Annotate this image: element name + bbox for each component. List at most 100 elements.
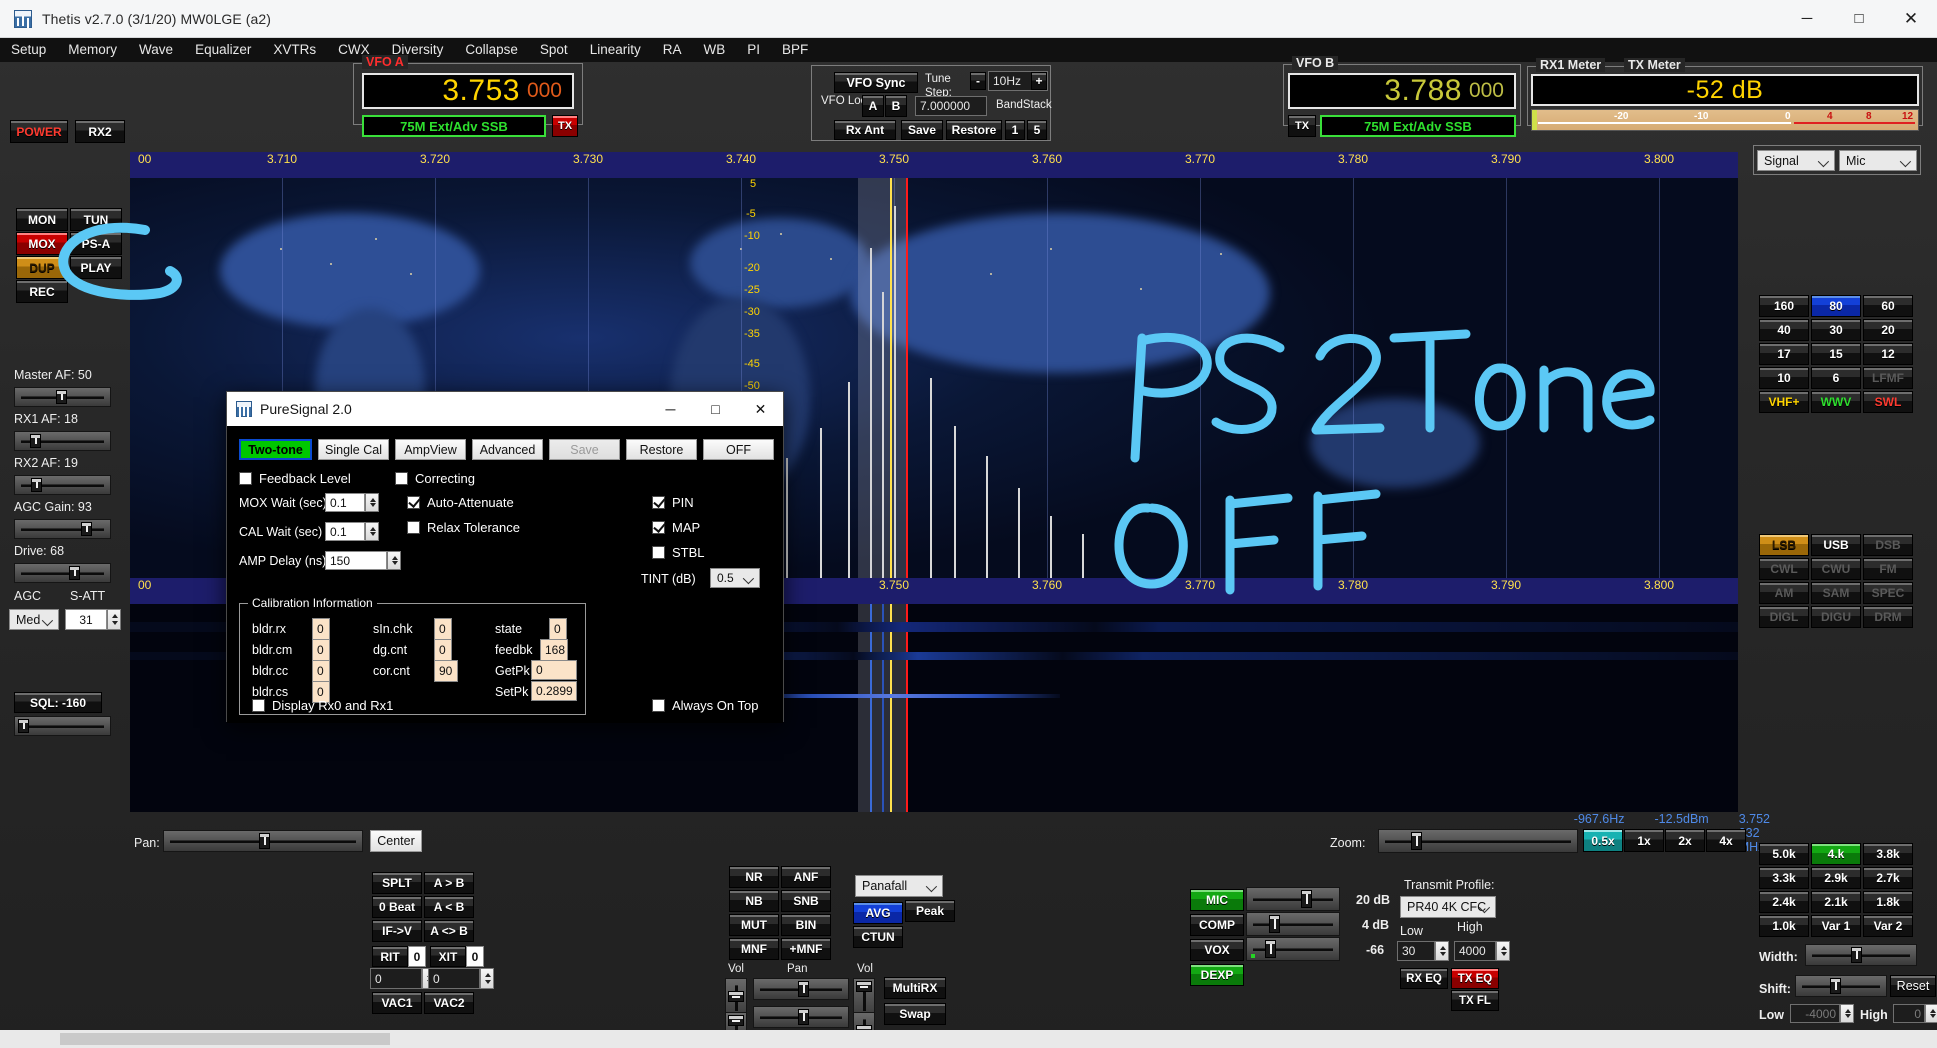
mode-usb-button[interactable]: USB: [1811, 534, 1861, 556]
puresignal-dialog[interactable]: PureSignal 2.0 ─ □ ✕ Two-tone Single Cal…: [226, 391, 784, 723]
s-att-stepper[interactable]: [107, 609, 121, 630]
vox-button[interactable]: VOX: [1190, 939, 1244, 961]
mode-lsb-button[interactable]: LSB: [1759, 534, 1809, 556]
feedback-level-checkbox[interactable]: Feedback Level: [239, 471, 351, 486]
peak-button[interactable]: Peak: [905, 900, 955, 922]
mode-drm-button[interactable]: DRM: [1863, 606, 1913, 628]
mox-button[interactable]: MOX: [16, 232, 68, 255]
two-tone-button[interactable]: Two-tone: [239, 439, 312, 460]
filter-3-8k-button[interactable]: 3.8k: [1863, 843, 1913, 865]
pan-balance-slider-1[interactable]: [753, 978, 849, 1000]
vfo-sync-button[interactable]: VFO Sync: [834, 72, 918, 93]
band-15-button[interactable]: 15: [1811, 343, 1861, 365]
a-swap-b-button[interactable]: A <> B: [424, 920, 474, 942]
nr-button[interactable]: NR: [729, 866, 779, 888]
pan-center-button[interactable]: Center: [370, 830, 422, 852]
filter-var1-button[interactable]: Var 1: [1811, 915, 1861, 937]
mode-spec-button[interactable]: SPEC: [1863, 582, 1913, 604]
zoom-slider[interactable]: [1378, 829, 1578, 853]
close-icon[interactable]: ✕: [1885, 0, 1937, 38]
puresignal-maximize-icon[interactable]: □: [693, 392, 738, 426]
cal-wait-value[interactable]: 0.1: [325, 522, 365, 541]
zoom-2x-button[interactable]: 2x: [1665, 829, 1705, 852]
agc-gain-slider[interactable]: [14, 519, 111, 539]
split-button[interactable]: SPLT: [372, 872, 422, 894]
tune-step-minus-button[interactable]: -: [970, 72, 986, 90]
always-on-top-checkbox[interactable]: Always On Top: [652, 698, 758, 713]
mon-button[interactable]: MON: [16, 208, 68, 231]
low-stepper[interactable]: [1840, 1004, 1854, 1023]
band-17-button[interactable]: 17: [1759, 343, 1809, 365]
play-button[interactable]: PLAY: [70, 256, 122, 279]
menu-item-bpf[interactable]: BPF: [771, 38, 819, 62]
if-to-v-button[interactable]: IF->V: [372, 920, 422, 942]
xit-stepper[interactable]: [480, 968, 494, 989]
menu-item-linearity[interactable]: Linearity: [579, 38, 652, 62]
puresignal-close-icon[interactable]: ✕: [738, 392, 783, 426]
transmit-profile-select[interactable]: PR40 4K CFC: [1400, 896, 1496, 918]
multirx-button[interactable]: MultiRX: [884, 977, 946, 999]
swap-button[interactable]: Swap: [884, 1003, 946, 1025]
amp-delay-stepper[interactable]: [387, 551, 401, 570]
filter-4k-button[interactable]: 4.k: [1811, 843, 1861, 865]
bandstack-restore-button[interactable]: Restore: [946, 120, 1002, 140]
cal-wait-stepper[interactable]: [365, 522, 379, 541]
pin-checkbox[interactable]: PIN: [652, 495, 694, 510]
zero-beat-button[interactable]: 0 Beat: [372, 896, 422, 918]
s-att-value[interactable]: 31: [65, 609, 107, 630]
vox-slider[interactable]: [1246, 937, 1340, 961]
a-from-b-button[interactable]: A < B: [424, 896, 474, 918]
tx-low-value[interactable]: 30: [1397, 941, 1435, 961]
mode-digl-button[interactable]: DIGL: [1759, 606, 1809, 628]
dup-button[interactable]: DUP: [16, 256, 68, 279]
tx-fl-button[interactable]: TX FL: [1451, 990, 1499, 1011]
tx-eq-button[interactable]: TX EQ: [1451, 968, 1499, 989]
band-vhf-plus-button[interactable]: VHF+: [1759, 391, 1809, 413]
power-button[interactable]: POWER: [10, 120, 68, 143]
band-40-button[interactable]: 40: [1759, 319, 1809, 341]
mode-dsb-button[interactable]: DSB: [1863, 534, 1913, 556]
width-slider[interactable]: [1805, 944, 1917, 966]
single-cal-button[interactable]: Single Cal: [318, 439, 389, 460]
bandstack-frequency[interactable]: 7.000000: [915, 96, 987, 116]
mox-wait-value[interactable]: 0.1: [325, 493, 365, 512]
menu-item-ra[interactable]: RA: [652, 38, 693, 62]
menu-item-setup[interactable]: Setup: [0, 38, 57, 62]
tx-low-stepper[interactable]: [1435, 941, 1449, 961]
band-swl-button[interactable]: SWL: [1863, 391, 1913, 413]
master-af-slider[interactable]: [14, 387, 111, 407]
band-wwv-button[interactable]: WWV: [1811, 391, 1861, 413]
band-lfmf-button[interactable]: LFMF: [1863, 367, 1913, 389]
comp-slider[interactable]: [1246, 912, 1340, 936]
mode-am-button[interactable]: AM: [1759, 582, 1809, 604]
band-12-button[interactable]: 12: [1863, 343, 1913, 365]
ps-a-button[interactable]: PS-A: [70, 232, 122, 255]
xit-value[interactable]: 0: [428, 968, 480, 989]
filter-3-3k-button[interactable]: 3.3k: [1759, 867, 1809, 889]
display-rx0-rx1-checkbox[interactable]: Display Rx0 and Rx1: [252, 698, 393, 713]
low-value[interactable]: -4000: [1790, 1004, 1840, 1023]
zoom-0-5x-button[interactable]: 0.5x: [1583, 829, 1623, 852]
maximize-icon[interactable]: □: [1833, 0, 1885, 38]
minimize-icon[interactable]: ─: [1781, 0, 1833, 38]
pan-slider[interactable]: [163, 830, 363, 852]
bandstack-slot-2-button[interactable]: 5: [1027, 120, 1047, 140]
mode-fm-button[interactable]: FM: [1863, 558, 1913, 580]
tx-high-stepper[interactable]: [1496, 941, 1510, 961]
shift-reset-button[interactable]: Reset: [1890, 975, 1936, 997]
band-160-button[interactable]: 160: [1759, 295, 1809, 317]
stbl-checkbox[interactable]: STBL: [652, 545, 705, 560]
filter-var2-button[interactable]: Var 2: [1863, 915, 1913, 937]
band-60-button[interactable]: 60: [1863, 295, 1913, 317]
signal-select[interactable]: Signal: [1757, 150, 1835, 171]
filter-2-4k-button[interactable]: 2.4k: [1759, 891, 1809, 913]
nb-button[interactable]: NB: [729, 890, 779, 912]
filter-2-7k-button[interactable]: 2.7k: [1863, 867, 1913, 889]
vfo-lock-a-button[interactable]: A: [862, 95, 884, 117]
comp-button[interactable]: COMP: [1190, 914, 1244, 936]
band-80-button[interactable]: 80: [1811, 295, 1861, 317]
display-mode-select[interactable]: Panafall: [855, 875, 943, 897]
mode-digu-button[interactable]: DIGU: [1811, 606, 1861, 628]
vac2-button[interactable]: VAC2: [424, 992, 474, 1014]
rx-eq-button[interactable]: RX EQ: [1400, 968, 1448, 989]
